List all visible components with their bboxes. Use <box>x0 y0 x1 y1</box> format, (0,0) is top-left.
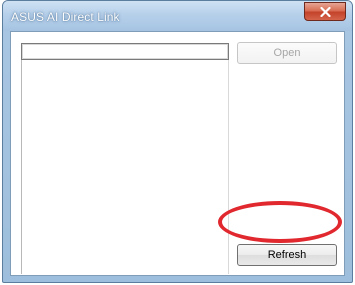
open-button[interactable]: Open <box>237 42 337 64</box>
close-icon <box>319 6 331 17</box>
refresh-button[interactable]: Refresh <box>237 244 337 266</box>
title-bar[interactable]: ASUS AI Direct Link <box>3 1 352 31</box>
close-button[interactable] <box>304 2 346 21</box>
path-field[interactable] <box>21 43 229 60</box>
window-title: ASUS AI Direct Link <box>11 10 120 24</box>
file-list[interactable] <box>21 60 229 274</box>
refresh-highlight-annotation <box>218 201 342 243</box>
